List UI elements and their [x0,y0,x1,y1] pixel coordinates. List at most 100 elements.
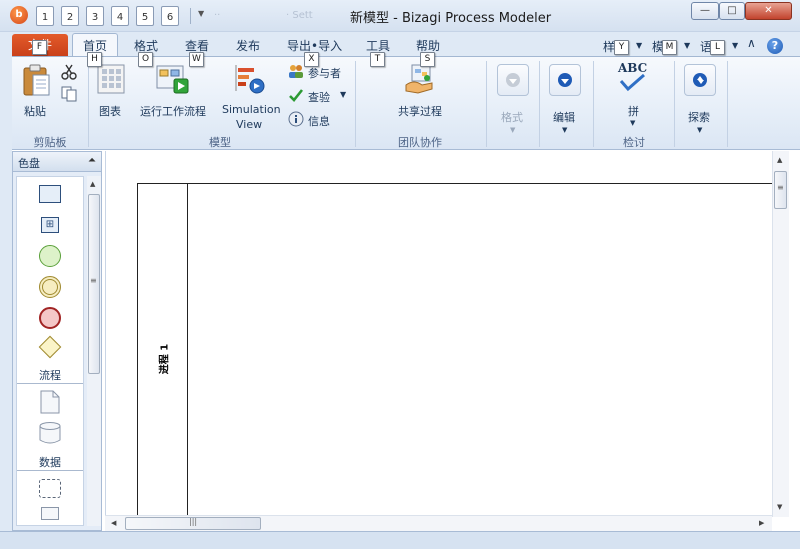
ribbon-tab-row: 文件 首页 格式 查看 发布 导出•导入 工具 帮助 样 ▼ 模 ▼ 语 ▼ ∧ [0,32,800,56]
info-button[interactable]: 信息 [288,111,348,129]
grip-icon: ≡ [90,276,97,285]
palette-item-group[interactable] [39,479,61,498]
palette-header: 色盘 ⏶ [13,152,101,172]
format-label: 格式 [501,111,523,124]
quick-access-button-6[interactable]: 6 [161,6,179,26]
palette-scrollbar[interactable]: ▲ ≡ [87,176,101,526]
chevron-down-icon[interactable]: ▼ [684,41,690,50]
group-separator [486,61,487,147]
palette-item-data-object[interactable] [40,390,60,414]
title-bar: b 1 2 3 4 5 6 ▼ ·· · Sett 新模型 - Bizagi P… [0,0,800,32]
explore-button[interactable]: 探索 ▼ [681,61,721,141]
palette-list: ⊞ 流程 数据 [16,176,84,526]
palette-section-divider [17,383,83,384]
group-separator [355,61,356,147]
keytip-language: L [710,40,725,55]
ghost-label: ·· [214,10,221,21]
pool[interactable]: 进程 1 [137,183,777,534]
chevron-down-icon: ▼ [510,126,516,134]
customize-quick-access-icon[interactable]: ▼ [198,9,204,18]
window-frame [0,56,12,531]
scissors-icon[interactable] [61,64,77,80]
canvas-vertical-scrollbar[interactable]: ▲ ≡ ▼ [772,151,789,517]
share-process-button[interactable]: 共享过程 [394,61,448,121]
chevron-down-icon[interactable]: ▼ [340,90,346,99]
diagram-button[interactable]: 图表 [94,61,128,121]
spell-label: 拼 [628,105,639,118]
simulation-icon [235,65,265,94]
scroll-up-icon[interactable]: ▲ [90,180,95,188]
quick-access-button-3[interactable]: 3 [86,6,104,26]
pool-name[interactable]: 进程 1 [156,344,171,374]
spelling-button[interactable]: ABC 拼 ▼ [614,61,654,131]
clipboard-paste-icon [23,64,50,96]
run-workflow-button[interactable]: 运行工作流程 [138,61,208,121]
palette-item-annotation[interactable] [41,507,59,520]
palette-item-subprocess[interactable]: ⊞ [41,217,59,233]
chevron-down-icon: ▼ [630,119,636,127]
palette-item-end-event[interactable] [39,307,61,329]
tab-publish[interactable]: 发布 [236,37,260,54]
participants-label: 参与者 [308,67,341,80]
keytip-publish: X [304,52,319,67]
check-button[interactable]: 查验 ▼ [288,87,350,105]
checkmark-icon [289,89,304,102]
pool-header[interactable]: 进程 1 [138,184,188,534]
pin-icon[interactable]: ⏶ [88,155,96,166]
palette-item-gateway[interactable] [38,335,62,359]
format-button[interactable]: 格式 ▼ [494,61,534,141]
chevron-down-icon[interactable]: ▼ [732,41,738,50]
quick-access-button-5[interactable]: 5 [136,6,154,26]
close-button[interactable]: ✕ [745,2,792,20]
scroll-left-icon[interactable]: ◀ [111,519,116,527]
model-group-label: 模型 [209,136,231,149]
chevron-down-icon: ▼ [697,126,703,134]
run-workflow-label: 运行工作流程 [140,105,206,118]
quick-access-button-2[interactable]: 2 [61,6,79,26]
quick-access-button-1[interactable]: 1 [36,6,54,26]
explore-box [684,64,716,96]
palette-panel: 色盘 ⏶ ⊞ 流程 数据 ▲ ≡ [12,151,102,531]
quick-access-button-4[interactable]: 4 [111,6,129,26]
palette-item-intermediate-event[interactable] [39,276,61,298]
bizagi-logo-icon[interactable]: b [10,6,28,24]
spell-check-icon [619,73,645,92]
group-separator [727,61,728,147]
info-label: 信息 [308,115,330,128]
collapse-ribbon-icon[interactable]: ∧ [747,36,756,50]
help-icon[interactable]: ? [767,38,783,54]
scroll-up-icon[interactable]: ▲ [777,156,782,164]
collaboration-group-label: 团队协作 [398,136,442,149]
explore-label: 探索 [688,111,710,124]
paste-button[interactable]: 粘贴 [16,61,56,121]
scroll-down-icon[interactable]: ▼ [777,503,782,511]
paste-label: 粘贴 [24,105,46,118]
grip-icon: ||| [189,517,198,526]
minimize-button[interactable]: — [691,2,719,20]
palette-item-start-event[interactable] [39,245,61,267]
simulation-view-button[interactable]: Simulation View [220,61,281,131]
palette-section-divider [17,470,83,471]
edit-label: 编辑 [553,111,575,124]
share-process-label: 共享过程 [398,105,442,118]
keytip-style: Y [614,40,629,55]
edit-button[interactable]: 编辑 ▼ [546,61,586,141]
keytip-export-import: T [370,52,385,67]
format-box [497,64,529,96]
canvas-horizontal-scrollbar[interactable]: ◀ ||| ▶ [105,515,772,531]
copy-icon[interactable] [61,86,77,102]
right-arrow-icon [693,73,707,87]
chevron-down-icon[interactable]: ▼ [636,41,642,50]
down-arrow-icon [558,73,572,87]
check-label: 查验 [308,91,330,104]
palette-item-task[interactable] [39,185,61,203]
palette-section-title-data: 数据 [39,456,61,469]
maximize-button[interactable]: □ [719,2,745,20]
run-workflow-icon [156,65,189,94]
scroll-right-icon[interactable]: ▶ [759,519,764,527]
palette-item-data-store[interactable] [38,421,62,445]
info-icon [288,111,304,127]
keytip-home: H [87,52,102,67]
share-process-icon [405,64,433,94]
grip-icon: ≡ [777,183,784,192]
